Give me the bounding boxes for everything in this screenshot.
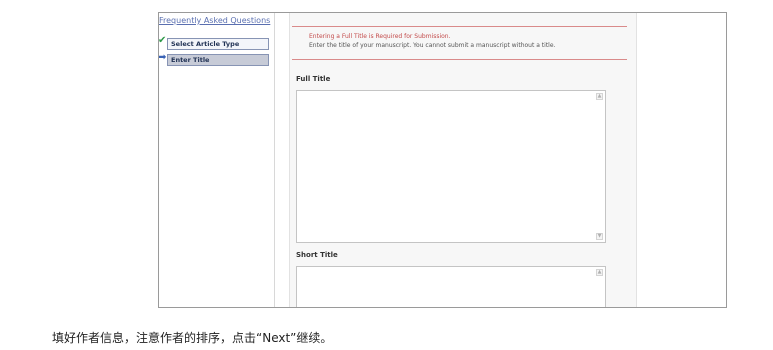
notice-divider-top [292, 26, 627, 27]
step-select-article-type[interactable]: Select Article Type [167, 38, 269, 50]
scroll-up-icon[interactable]: ▲ [596, 93, 603, 100]
title-form: Entering a Full Title is Required for Su… [289, 13, 637, 307]
required-notice-text: Enter the title of your manuscript. You … [309, 42, 556, 49]
full-title-textarea[interactable]: ▲ ▼ [296, 90, 606, 243]
full-title-label: Full Title [296, 75, 331, 83]
arrow-right-icon: ➡ [158, 52, 167, 63]
instruction-caption: 填好作者信息，注意作者的排序，点击“Next”继续。 [52, 331, 333, 345]
scroll-up-icon[interactable]: ▲ [596, 269, 603, 276]
step-sidebar: Frequently Asked Questions ✔ Select Arti… [159, 13, 275, 307]
step-enter-title[interactable]: Enter Title [167, 54, 269, 66]
notice-divider-bottom [292, 59, 627, 60]
submission-window: Frequently Asked Questions ✔ Select Arti… [158, 12, 727, 308]
short-title-textarea[interactable]: ▲ [296, 266, 606, 307]
scroll-down-icon[interactable]: ▼ [596, 233, 603, 240]
required-notice-title: Entering a Full Title is Required for Su… [309, 33, 451, 40]
check-icon: ✔ [158, 35, 167, 46]
faq-link[interactable]: Frequently Asked Questions [159, 16, 270, 25]
short-title-label: Short Title [296, 251, 338, 259]
